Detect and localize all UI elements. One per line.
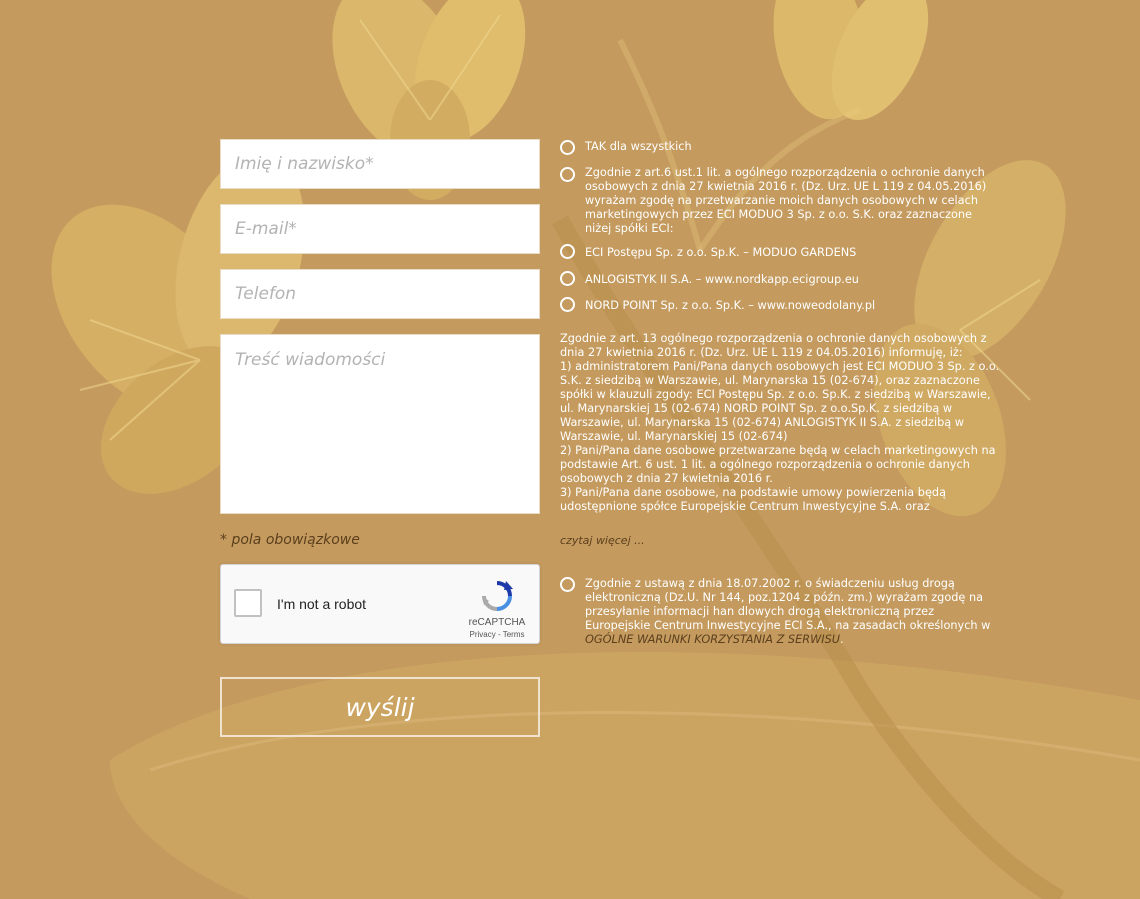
name-field[interactable]: [220, 139, 540, 189]
phone-input[interactable]: [235, 270, 525, 318]
email-field[interactable]: [220, 204, 540, 254]
consent-company-3-radio[interactable]: [560, 297, 575, 312]
consent-main-label: Zgodnie z art.6 ust.1 lit. a ogólnego ro…: [585, 166, 987, 235]
consent-electronic-radio[interactable]: [560, 577, 575, 592]
read-more-link[interactable]: czytaj więcej ...: [560, 534, 645, 547]
consent-company-1[interactable]: ECI Postępu Sp. z o.o. Sp.K. – MODUO GAR…: [560, 244, 1000, 260]
consent-all-label: TAK dla wszystkich: [585, 140, 692, 153]
consent-all[interactable]: TAK dla wszystkich: [560, 140, 1000, 155]
consent-electronic[interactable]: Zgodnie z ustawą z dnia 18.07.2002 r. o …: [560, 577, 1000, 647]
phone-field[interactable]: [220, 269, 540, 319]
required-fields-note: * pola obowiązkowe: [220, 532, 360, 548]
consent-company-3-label: NORD POINT Sp. z o.o. Sp.K. – www.noweod…: [585, 299, 876, 312]
consent-main-radio[interactable]: [560, 167, 575, 182]
consent-company-2-radio[interactable]: [560, 271, 575, 286]
gdpr-information-text: Zgodnie z art. 13 ogólnego rozporządzeni…: [560, 332, 1000, 513]
terms-of-service-link[interactable]: OGÓLNE WARUNKI KORZYSTANIA Z SERWISU: [585, 633, 840, 646]
name-input[interactable]: [235, 140, 525, 188]
message-textarea[interactable]: [235, 348, 525, 498]
recaptcha-logo-icon: [466, 579, 528, 613]
recaptcha-brand: reCAPTCHA: [468, 617, 526, 628]
recaptcha-links[interactable]: Privacy - Terms: [466, 630, 528, 639]
consent-company-1-label: ECI Postępu Sp. z o.o. Sp.K. – MODUO GAR…: [585, 246, 857, 259]
recaptcha-logo: reCAPTCHA Privacy - Terms: [466, 579, 528, 639]
recaptcha-label: I'm not a robot: [277, 596, 367, 612]
message-field[interactable]: [220, 334, 540, 514]
consent-all-radio[interactable]: [560, 140, 575, 155]
recaptcha-checkbox[interactable]: [234, 589, 262, 617]
recaptcha-widget: I'm not a robot reCAPTCHA Privacy - Term…: [220, 564, 540, 644]
consent-electronic-text: Zgodnie z ustawą z dnia 18.07.2002 r. o …: [585, 577, 991, 632]
consent-electronic-suffix: .: [840, 633, 844, 646]
consent-company-1-radio[interactable]: [560, 244, 575, 259]
submit-button[interactable]: wyślij: [220, 677, 540, 737]
consent-electronic-label: Zgodnie z ustawą z dnia 18.07.2002 r. o …: [585, 577, 1000, 647]
consent-company-3[interactable]: NORD POINT Sp. z o.o. Sp.K. – www.noweod…: [560, 297, 1000, 313]
consent-company-2-label: ANLOGISTYK II S.A. – www.nordkapp.ecigro…: [585, 273, 859, 286]
consent-main[interactable]: Zgodnie z art.6 ust.1 lit. a ogólnego ro…: [560, 166, 1000, 236]
consent-company-2[interactable]: ANLOGISTYK II S.A. – www.nordkapp.ecigro…: [560, 271, 1000, 287]
email-input[interactable]: [235, 205, 525, 253]
